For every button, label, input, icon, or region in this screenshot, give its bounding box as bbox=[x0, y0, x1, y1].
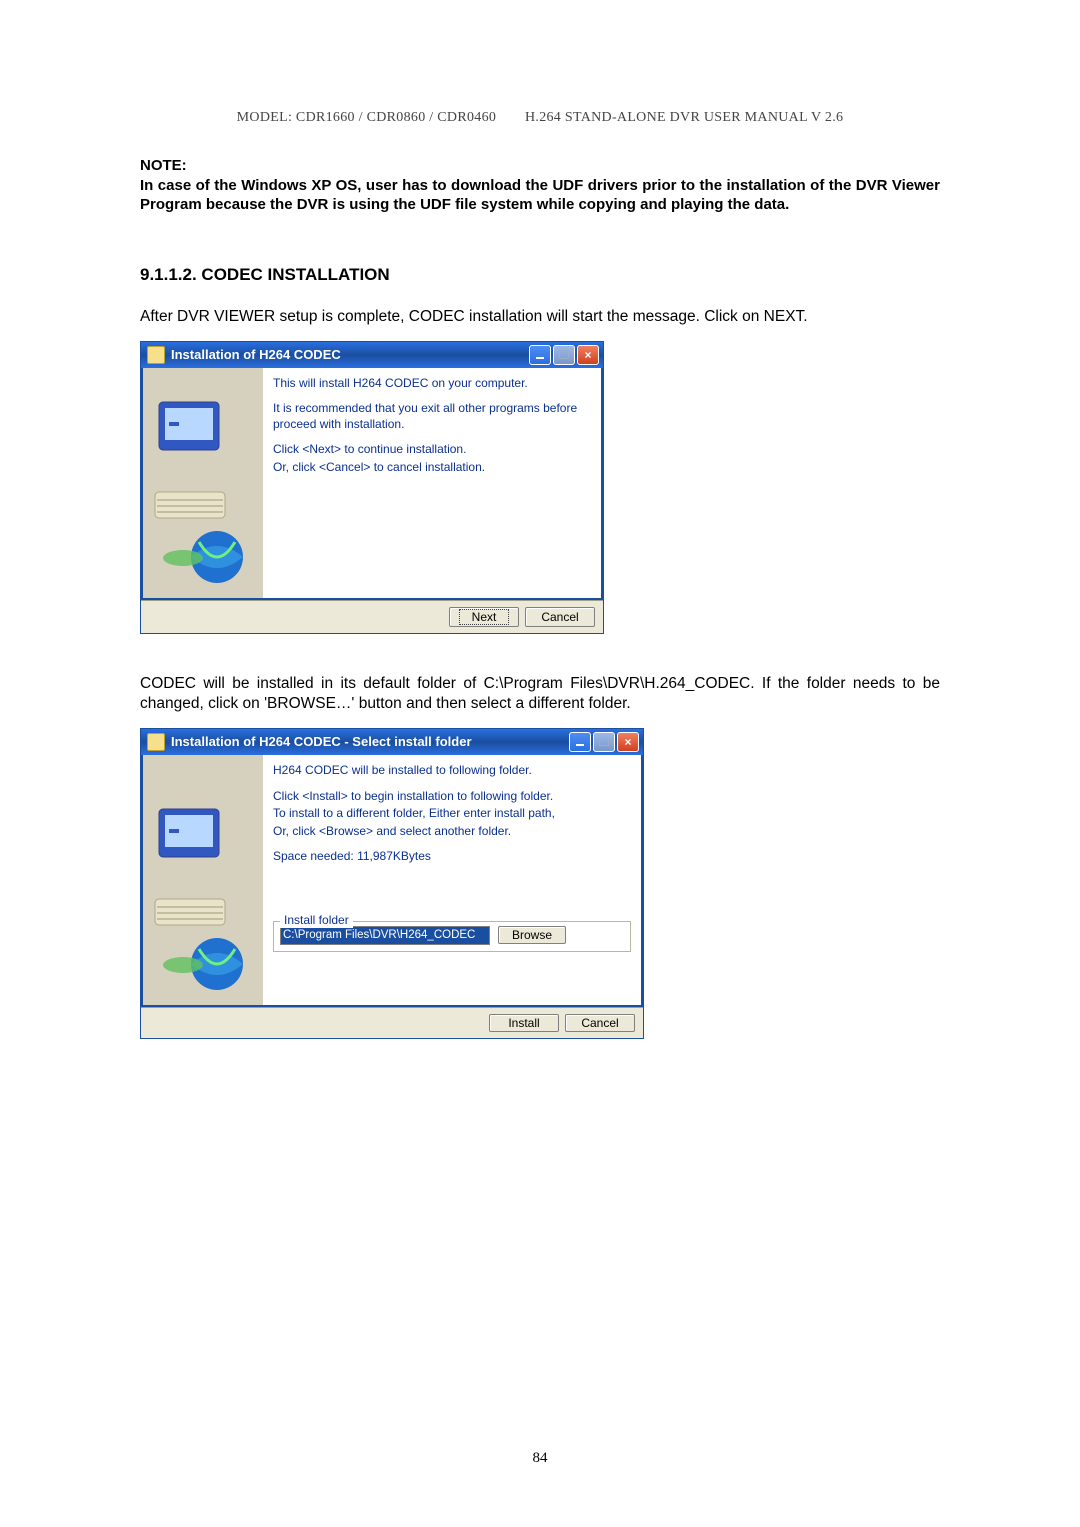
next-button[interactable]: Next bbox=[449, 607, 519, 627]
paragraph-1: After DVR VIEWER setup is complete, CODE… bbox=[140, 307, 940, 327]
wizard-graphic bbox=[143, 755, 263, 1005]
header-title: H.264 STAND-ALONE DVR USER MANUAL V 2.6 bbox=[525, 110, 843, 126]
dialog1-line4: Or, click <Cancel> to cancel installatio… bbox=[273, 460, 591, 476]
dialog2-line4: Or, click <Browse> and select another fo… bbox=[273, 824, 631, 840]
wizard-graphic bbox=[143, 368, 263, 598]
installer-dialog-1: Installation of H264 CODEC × bbox=[140, 341, 604, 634]
section-title: 9.1.1.2. CODEC INSTALLATION bbox=[140, 265, 940, 285]
page-header: MODEL: CDR1660 / CDR0860 / CDR0460 H.264… bbox=[140, 110, 940, 126]
close-button[interactable]: × bbox=[577, 345, 599, 365]
dialog2-space: Space needed: 11,987KBytes bbox=[273, 849, 631, 865]
cancel-button[interactable]: Cancel bbox=[525, 607, 595, 627]
install-button[interactable]: Install bbox=[489, 1014, 559, 1032]
installer-icon bbox=[147, 733, 165, 751]
dialog1-line1: This will install H264 CODEC on your com… bbox=[273, 376, 591, 392]
window-title: Installation of H264 CODEC bbox=[171, 347, 527, 362]
note-body: In case of the Windows XP OS, user has t… bbox=[140, 177, 940, 214]
install-folder-label: Install folder bbox=[280, 913, 353, 929]
installer-dialog-2: Installation of H264 CODEC - Select inst… bbox=[140, 728, 644, 1039]
dialog2-line2: Click <Install> to begin installation to… bbox=[273, 789, 631, 805]
header-model: MODEL: CDR1660 / CDR0860 / CDR0460 bbox=[237, 110, 497, 126]
dialog1-line3: Click <Next> to continue installation. bbox=[273, 442, 591, 458]
maximize-button bbox=[553, 345, 575, 365]
dialog2-line1: H264 CODEC will be installed to followin… bbox=[273, 763, 631, 779]
minimize-button[interactable] bbox=[529, 345, 551, 365]
window-title: Installation of H264 CODEC - Select inst… bbox=[171, 734, 567, 749]
browse-button[interactable]: Browse bbox=[498, 926, 566, 944]
install-folder-group: Install folder C:\Program Files\DVR\H264… bbox=[273, 921, 631, 952]
dialog2-line3: To install to a different folder, Either… bbox=[273, 806, 631, 822]
note-label: NOTE: bbox=[140, 157, 187, 174]
maximize-button bbox=[593, 732, 615, 752]
installer-icon bbox=[147, 346, 165, 364]
minimize-button[interactable] bbox=[569, 732, 591, 752]
page-number: 84 bbox=[0, 1450, 1080, 1467]
titlebar[interactable]: Installation of H264 CODEC - Select inst… bbox=[141, 729, 643, 755]
note-block: NOTE: In case of the Windows XP OS, user… bbox=[140, 156, 940, 215]
titlebar[interactable]: Installation of H264 CODEC × bbox=[141, 342, 603, 368]
install-path-input[interactable]: C:\Program Files\DVR\H264_CODEC bbox=[280, 926, 490, 945]
close-button[interactable]: × bbox=[617, 732, 639, 752]
cancel-button[interactable]: Cancel bbox=[565, 1014, 635, 1032]
dialog1-line2: It is recommended that you exit all othe… bbox=[273, 401, 591, 432]
paragraph-2: CODEC will be installed in its default f… bbox=[140, 674, 940, 714]
